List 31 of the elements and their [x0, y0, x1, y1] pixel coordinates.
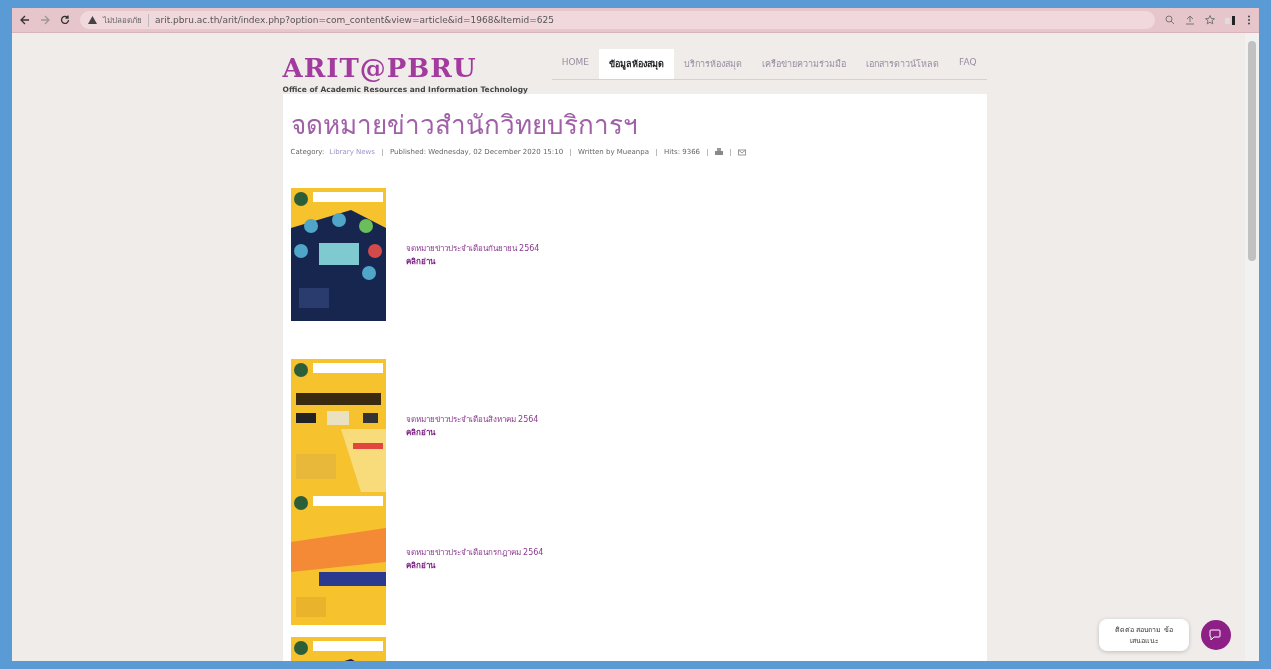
- address-bar[interactable]: ไม่ปลอดภัย arit.pbru.ac.th/arit/index.php?option=com_content&view=article&id=1968&Itemid=625: [80, 11, 1155, 29]
- read-link[interactable]: คลิกอ่าน: [405, 558, 544, 572]
- nav-tab[interactable]: เครือข่ายความร่วมมือ: [752, 49, 857, 79]
- newsletter-title: จดหมายข่าวประจำเดือนสิงหาคม 2564: [405, 413, 539, 426]
- menu-icon[interactable]: [1247, 15, 1251, 25]
- forward-icon[interactable]: [40, 15, 50, 25]
- print-icon[interactable]: [715, 148, 724, 156]
- newsletter-title: จดหมายข่าวประจำเดือนกันยายน 2564: [405, 242, 540, 255]
- read-link[interactable]: คลิกอ่าน: [405, 425, 539, 439]
- nav-tab[interactable]: HOME: [551, 49, 600, 79]
- extension-icon[interactable]: [1225, 14, 1237, 26]
- url-text: arit.pbru.ac.th/arit/index.php?option=com_content&view=article&id=1968&Itemid=625: [155, 15, 554, 25]
- nav-tab[interactable]: บริการห้องสมุด: [674, 49, 753, 79]
- nav-tab[interactable]: FAQ: [949, 49, 987, 79]
- newsletter-title: จดหมายข่าวประจำเดือนกรกฎาคม 2564: [405, 546, 544, 559]
- nav-tab[interactable]: ข้อมูลห้องสมุด: [599, 49, 675, 79]
- back-icon[interactable]: [20, 15, 30, 25]
- site-logo[interactable]: ARIT@PBRU: [282, 53, 528, 83]
- chat-button[interactable]: [1201, 620, 1231, 650]
- star-icon[interactable]: [1205, 15, 1215, 25]
- nav-tab[interactable]: เอกสารดาวน์โหลด: [856, 49, 950, 79]
- scrollbar[interactable]: [1245, 33, 1259, 661]
- warning-icon: [88, 16, 97, 24]
- chat-icon: [1209, 629, 1223, 641]
- reload-icon[interactable]: [60, 15, 70, 25]
- email-icon[interactable]: [738, 148, 747, 156]
- read-link[interactable]: คลิกอ่าน: [405, 254, 540, 268]
- share-icon[interactable]: [1185, 15, 1195, 25]
- article-title: จดหมายข่าวสำนักวิทยบริการฯ: [290, 109, 639, 142]
- zoom-icon[interactable]: [1165, 15, 1175, 25]
- security-label: ไม่ปลอดภัย: [103, 13, 149, 27]
